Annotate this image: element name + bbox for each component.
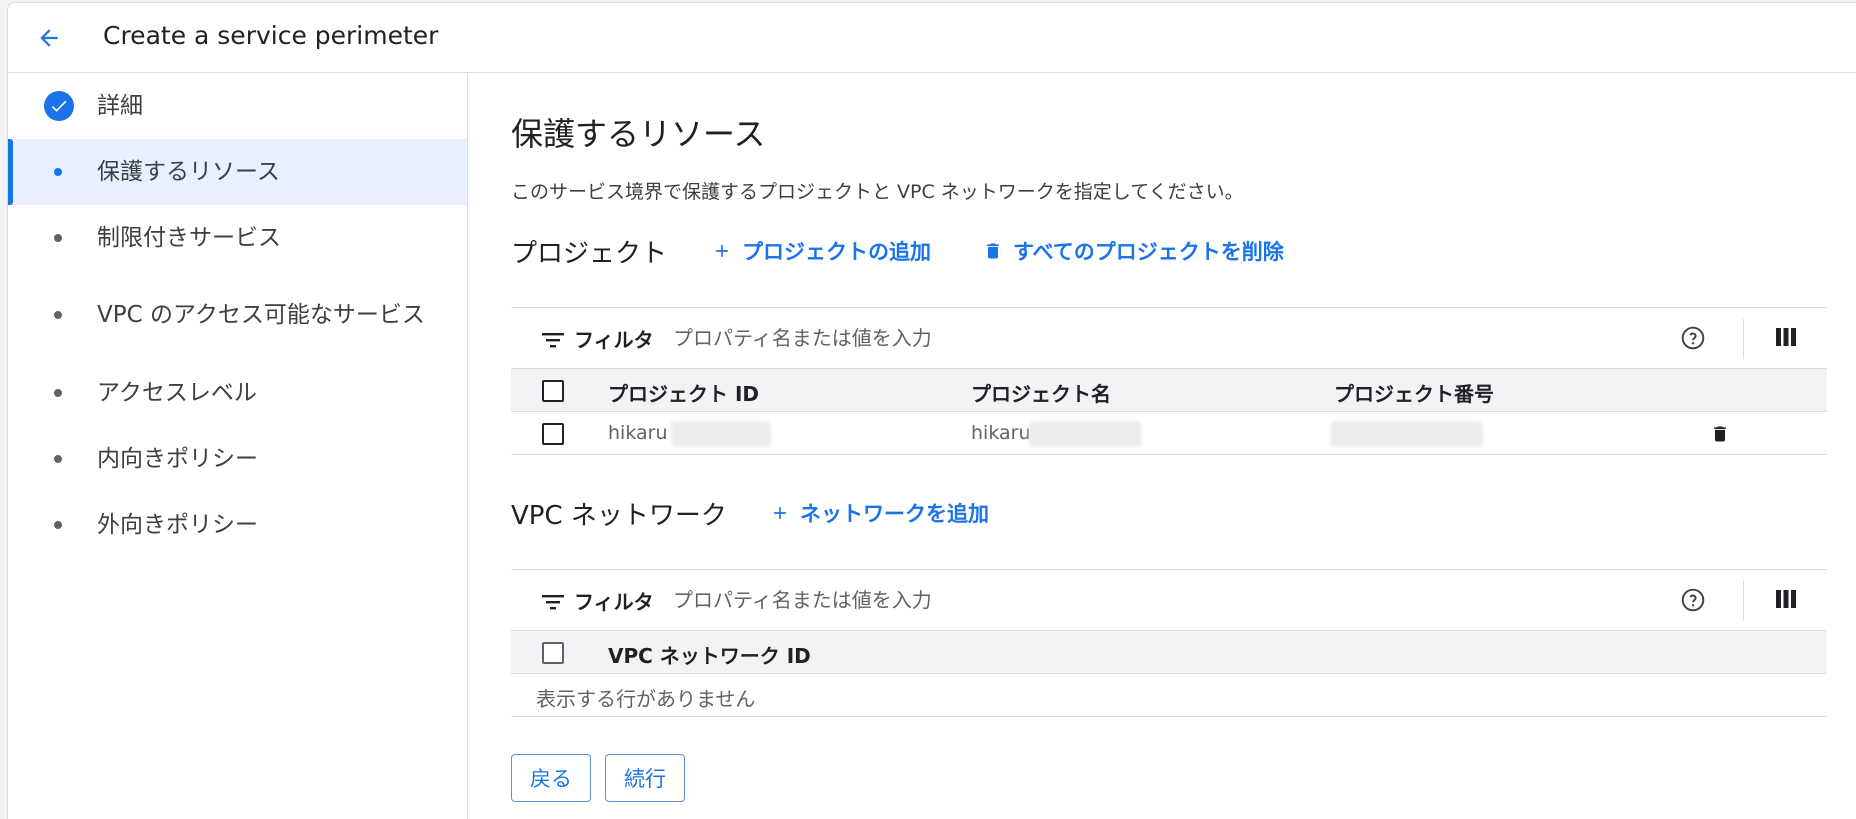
section-description: このサービス境界で保護するプロジェクトと VPC ネットワークを指定してください… [511,181,1244,203]
step-label: 詳細 [97,93,143,119]
column-header[interactable]: プロジェクト名 [971,378,1111,407]
step-details[interactable]: 詳細 [8,73,467,139]
filter-input[interactable] [673,584,1573,616]
remove-all-projects-button[interactable]: すべてのプロジェクトを削除 [983,236,1284,266]
delete-icon [987,243,999,259]
add-network-button[interactable]: ネットワークを追加 [770,498,989,528]
continue-button[interactable]: 続行 [605,754,685,802]
table-row: hikaru hikaru [511,412,1827,455]
add-network-label: ネットワークを追加 [800,502,989,526]
add-project-button[interactable]: プロジェクトの追加 [712,236,931,266]
step-label: 制限付きサービス [97,225,281,251]
remove-all-projects-label: すべてのプロジェクトを削除 [1013,240,1284,264]
toolbar-divider [1743,319,1744,359]
view-columns-icon[interactable] [1776,590,1796,608]
select-all-checkbox[interactable] [542,642,564,664]
vpc-table: フィルタ VPC ネットワーク ID 表示する行がありません [511,569,1827,717]
column-header[interactable]: プロジェクト ID [608,378,759,407]
step-dot [54,311,62,319]
vpc-heading: VPC ネットワーク [511,501,727,531]
redacted-text [1029,421,1141,447]
filter-bar: フィルタ [511,308,1827,369]
projects-heading: プロジェクト [511,239,668,269]
check-circle-icon [44,91,74,121]
filter-bar: フィルタ [511,570,1827,631]
empty-row: 表示する行がありません [511,674,1827,717]
back-button[interactable]: 戻る [511,754,591,802]
add-project-label: プロジェクトの追加 [742,240,931,264]
table-header-row: プロジェクト ID プロジェクト名 プロジェクト番号 [511,369,1827,412]
arrow-back-icon [40,29,58,47]
step-label: 内向きポリシー [97,446,258,472]
filter-icon [542,333,564,348]
filter-icon [542,595,564,610]
step-protected-resources[interactable]: 保護するリソース [8,139,467,205]
table-header-row: VPC ネットワーク ID [511,631,1827,674]
stepper-sidebar: 詳細 保護するリソース 制限付きサービス VPC のアクセス可能なサービス アク… [8,73,468,819]
step-label: 保護するリソース [97,159,280,185]
page-header: Create a service perimeter [8,3,1856,73]
add-icon [774,507,786,519]
toolbar-divider [1743,581,1744,621]
filter-label: フィルタ [574,328,654,352]
step-label: 外向きポリシー [97,512,258,538]
step-dot [54,234,62,242]
step-ingress-policy[interactable]: 内向きポリシー [8,426,467,492]
step-dot [54,521,62,529]
step-dot [54,389,62,397]
step-label: VPC のアクセス可能なサービス [97,302,425,328]
help-icon[interactable] [1680,587,1706,613]
main-content: 保護するリソース このサービス境界で保護するプロジェクトと VPC ネットワーク… [468,73,1856,819]
app-frame: Create a service perimeter 詳細 保護するリソース 制… [7,2,1856,819]
select-all-checkbox[interactable] [542,380,564,402]
empty-message: 表示する行がありません [536,687,756,711]
step-restricted-services[interactable]: 制限付きサービス [8,205,467,271]
project-name-cell: hikaru [971,422,1031,444]
step-label: アクセスレベル [97,380,257,406]
back-arrow-button[interactable] [30,19,68,57]
page-title: Create a service perimeter [103,21,439,50]
step-access-levels[interactable]: アクセスレベル [8,360,467,426]
filter-input[interactable] [673,322,1573,354]
add-icon [716,245,728,257]
help-icon[interactable] [1680,325,1706,351]
section-title: 保護するリソース [511,115,766,153]
redacted-text [671,421,771,447]
project-id-cell: hikaru [608,422,668,444]
step-egress-policy[interactable]: 外向きポリシー [8,492,467,558]
step-vpc-accessible-services[interactable]: VPC のアクセス可能なサービス [8,271,467,359]
step-dot [54,455,62,463]
projects-table: フィルタ プロジェクト ID プロジェクト名 プロジェクト番号 [511,307,1827,455]
column-header[interactable]: プロジェクト番号 [1334,378,1494,407]
redacted-text [1331,421,1483,447]
column-header[interactable]: VPC ネットワーク ID [608,640,811,669]
filter-label: フィルタ [574,590,654,614]
row-checkbox[interactable] [542,423,564,445]
step-dot [54,168,62,176]
view-columns-icon[interactable] [1776,328,1796,346]
delete-icon[interactable] [1710,423,1730,445]
